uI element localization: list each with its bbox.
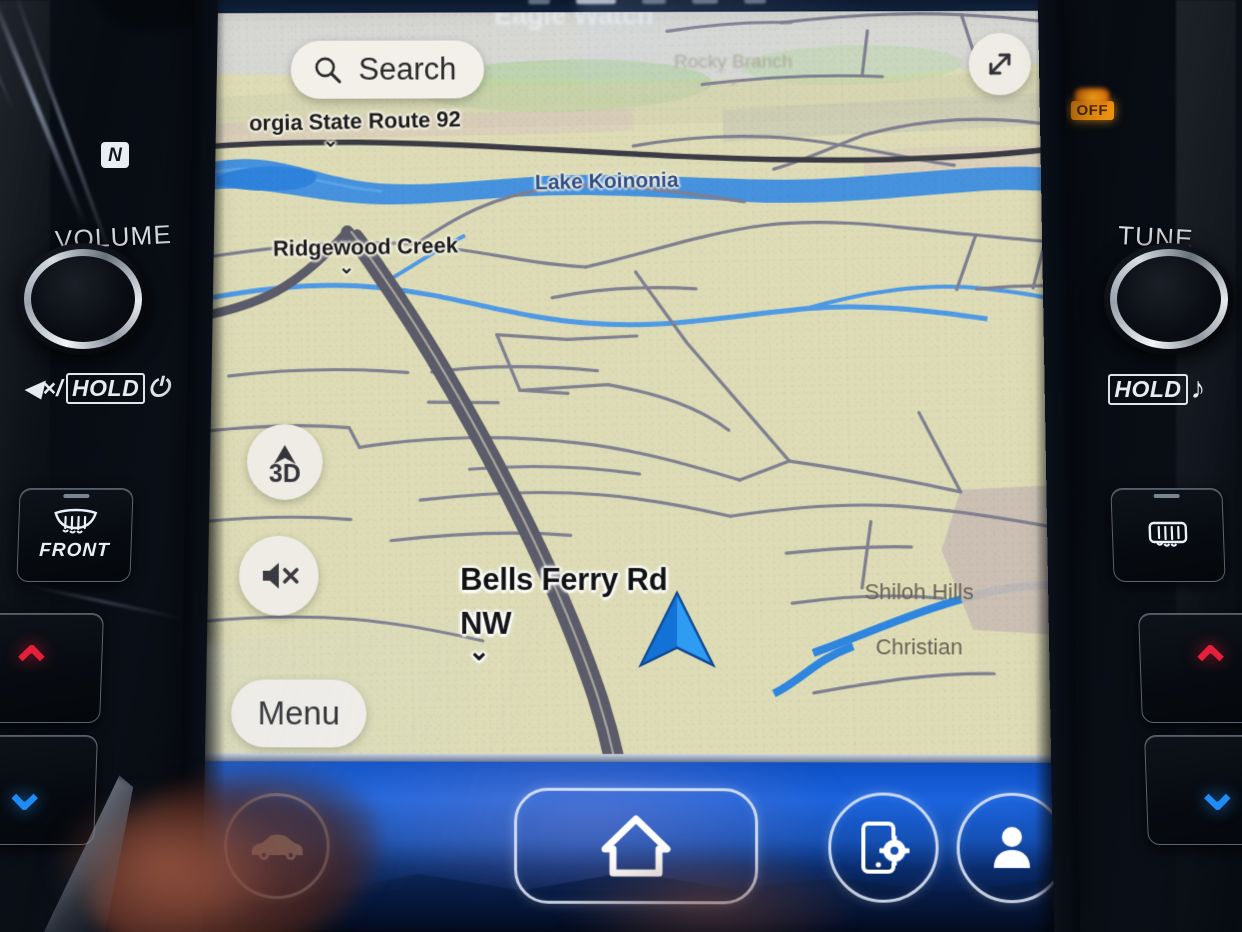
- phone-gear-icon: [857, 820, 909, 876]
- speaker-mute-icon: [257, 559, 301, 593]
- expand-arrows-icon: [983, 47, 1017, 81]
- tune-hold-label: HOLD ♪: [1108, 372, 1206, 406]
- chevron-down-icon-right: ⌄: [1193, 762, 1242, 818]
- map-menu-label: Menu: [258, 694, 340, 732]
- nfc-label: N: [108, 146, 122, 165]
- hold-label-right: HOLD: [1108, 374, 1187, 405]
- search-icon: [313, 55, 343, 85]
- tune-knob[interactable]: [1104, 243, 1234, 355]
- rear-defrost-icon: [1145, 519, 1190, 551]
- right-temp-down-button[interactable]: ⌄: [1144, 735, 1242, 845]
- music-note-icon: ♪: [1191, 372, 1207, 406]
- map-view[interactable]: Eagle Watch Rocky Branch ⌄ orgia State R…: [199, 11, 1061, 763]
- front-defrost-button[interactable]: FRONT: [16, 488, 133, 582]
- map-texture: [199, 11, 1061, 763]
- right-temp-up-button[interactable]: ⌃: [1138, 613, 1242, 723]
- passenger-airbag-off-indicator: OFF: [1071, 88, 1115, 120]
- map-view-3d-button[interactable]: 3D: [247, 424, 323, 500]
- button-notch: [63, 494, 89, 498]
- volume-mute-hold-power-label: ◀×/ HOLD ⏻: [24, 372, 169, 404]
- person-icon: [990, 824, 1034, 872]
- search-label: Search: [358, 51, 456, 87]
- front-defrost-icon: [52, 508, 99, 538]
- map-canvas: [199, 11, 1061, 763]
- search-button[interactable]: Search: [291, 40, 485, 98]
- rear-defrost-button[interactable]: [1110, 488, 1225, 582]
- volume-knob-ring: [24, 249, 142, 349]
- left-temp-up-button[interactable]: ⌃: [0, 613, 104, 723]
- expand-map-button[interactable]: [969, 33, 1031, 95]
- infotainment-dashboard-photo: N VOLUME ◀×/ HOLD ⏻ FRONT ⌃ ⌄ OFF TUNE H…: [0, 0, 1242, 932]
- chevron-up-icon-right: ⌃: [1187, 640, 1236, 696]
- mute-guidance-button[interactable]: [239, 536, 319, 616]
- tune-knob-ring: [1110, 249, 1228, 349]
- power-icon: ⏻: [148, 372, 169, 404]
- map-menu-button[interactable]: Menu: [231, 679, 366, 747]
- volume-knob[interactable]: [18, 243, 148, 355]
- airbag-icon: [1075, 88, 1109, 104]
- chevron-down-icon: ⌄: [1, 762, 50, 818]
- vehicle-position-arrow: [638, 590, 716, 672]
- button-notch-right: [1154, 494, 1180, 498]
- nfc-badge: N: [101, 142, 129, 168]
- front-defrost-label: FRONT: [39, 540, 110, 562]
- hold-label: HOLD: [66, 373, 145, 404]
- chevron-up-icon: ⌃: [7, 640, 56, 696]
- map-view-3d-label: 3D: [269, 461, 301, 486]
- mute-icon: ◀×/: [24, 375, 63, 402]
